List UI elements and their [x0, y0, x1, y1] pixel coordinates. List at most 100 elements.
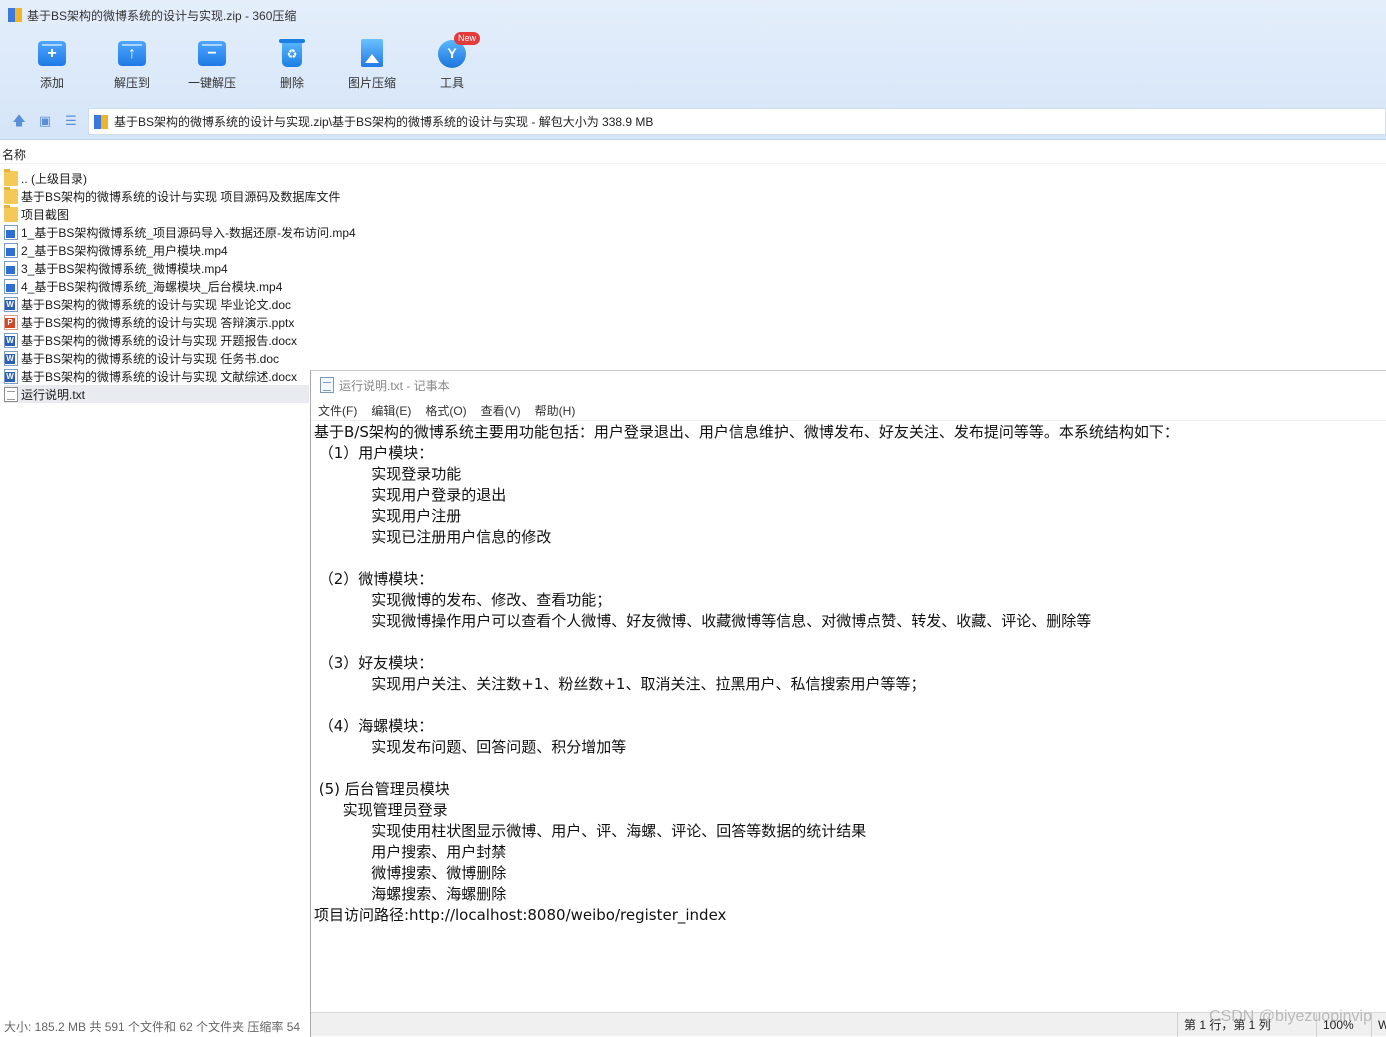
image-compress-label: 图片压缩	[347, 76, 396, 90]
extract-to-icon: ↑	[116, 38, 148, 68]
file-row-video-3[interactable]: 3_基于BS架构微博系统_微博模块.mp4	[4, 259, 309, 277]
extract-to-label: 解压到	[113, 76, 150, 90]
file-row-video-1[interactable]: 1_基于BS架构微博系统_项目源码导入-数据还原-发布访问.mp4	[4, 223, 356, 241]
file-row-parent-dir[interactable]: .. (上级目录)	[4, 168, 309, 187]
add-button[interactable]: + 添加	[12, 38, 92, 98]
editor-line: 实现发布问题、回答问题、积分增加等	[314, 738, 627, 756]
file-name: 基于BS架构的微博系统的设计与实现 答辩演示.pptx	[21, 315, 295, 330]
editor-line: 实现管理员登录	[314, 801, 448, 819]
powerpoint-file-icon	[4, 314, 18, 330]
file-row-video-2[interactable]: 2_基于BS架构微博系统_用户模块.mp4	[4, 241, 309, 259]
menu-view[interactable]: 查看(V)	[481, 401, 521, 420]
delete-label: 删除	[279, 76, 304, 90]
editor-line: 项目访问路径:http://localhost:8080/weibo/regis…	[314, 906, 727, 924]
notepad-window: 运行说明.txt - 记事本 文件(F) 编辑(E) 格式(O) 查看(V) 帮…	[310, 370, 1386, 1037]
menu-format[interactable]: 格式(O)	[425, 401, 466, 420]
file-row-readme-txt[interactable]: 运行说明.txt	[4, 385, 309, 403]
one-click-extract-button[interactable]: − 一键解压	[172, 38, 252, 98]
archive-header: 基于BS架构的微博系统的设计与实现.zip - 360压缩 + 添加 ↑ 解压到…	[0, 0, 1386, 140]
editor-line: 实现已注册用户信息的修改	[314, 528, 552, 546]
notepad-titlebar: 运行说明.txt - 记事本	[311, 371, 1386, 399]
address-bar: 🡅 ▣ ☰ 基于BS架构的微博系统的设计与实现.zip\基于BS架构的微博系统的…	[0, 106, 1386, 136]
editor-line: 用户搜索、用户封禁	[314, 843, 507, 861]
menu-help[interactable]: 帮助(H)	[535, 401, 576, 420]
archive-titlebar: 基于BS架构的微博系统的设计与实现.zip - 360压缩	[0, 0, 1386, 30]
editor-line: (5) 后台管理员模块	[314, 780, 450, 798]
folder-icon	[4, 168, 18, 186]
menu-edit[interactable]: 编辑(E)	[371, 401, 411, 420]
file-name: 基于BS架构的微博系统的设计与实现 开题报告.docx	[21, 333, 298, 348]
text-editor-area[interactable]: 基于B/S架构的微博系统主要用功能包括：用户登录退出、用户信息维护、微博发布、好…	[314, 422, 1374, 1010]
new-badge: New	[454, 32, 481, 45]
file-row-task-doc[interactable]: 基于BS架构的微博系统的设计与实现 任务书.doc	[4, 349, 309, 367]
editor-line: （2）微博模块：	[314, 570, 434, 588]
file-name: 基于BS架构的微博系统的设计与实现 任务书.doc	[21, 351, 280, 366]
editor-line: 实现微博操作用户可以查看个人微博、好友微博、收藏微博等信息、对微博点赞、转发、收…	[314, 612, 1092, 630]
file-row-review-docx[interactable]: 基于BS架构的微博系统的设计与实现 文献综述.docx	[4, 367, 309, 385]
file-name: 基于BS架构的微博系统的设计与实现 项目源码及数据库文件	[21, 189, 341, 204]
editor-line: （3）好友模块：	[314, 654, 434, 672]
archive-app-icon	[8, 8, 22, 22]
file-row-proposal-docx[interactable]: 基于BS架构的微博系统的设计与实现 开题报告.docx	[4, 331, 309, 349]
line-ending: W	[1371, 1013, 1386, 1037]
file-row-thesis-doc[interactable]: 基于BS架构的微博系统的设计与实现 毕业论文.doc	[4, 295, 309, 313]
word-file-icon	[4, 296, 18, 312]
zip-file-icon	[94, 114, 108, 129]
file-name: 项目截图	[21, 207, 70, 222]
word-file-icon	[4, 350, 18, 366]
tools-label: 工具	[439, 76, 464, 90]
word-file-icon	[4, 368, 18, 384]
file-name: 2_基于BS架构微博系统_用户模块.mp4	[21, 243, 228, 258]
watermark: CSDN @biyezuopinvip	[1209, 1008, 1372, 1025]
list-view-icon[interactable]: ☰	[64, 114, 78, 128]
editor-line: 实现用户登录的退出	[314, 486, 507, 504]
editor-line: 实现用户注册	[314, 507, 462, 525]
file-name: .. (上级目录)	[21, 171, 87, 186]
thumbnail-view-icon[interactable]: ▣	[38, 114, 52, 128]
name-column-header[interactable]: 名称	[0, 146, 1386, 164]
editor-line: 实现登录功能	[314, 465, 462, 483]
video-file-icon	[4, 260, 18, 276]
extract-to-button[interactable]: ↑ 解压到	[92, 38, 172, 98]
editor-line: 实现使用柱状图显示微博、用户、评、海螺、评论、回答等数据的统计结果	[314, 822, 867, 840]
file-row-defense-pptx[interactable]: 基于BS架构的微博系统的设计与实现 答辩演示.pptx	[4, 313, 309, 331]
file-name: 基于BS架构的微博系统的设计与实现 文献综述.docx	[21, 369, 298, 384]
editor-line: 微博搜索、微博删除	[314, 864, 507, 882]
notepad-title: 运行说明.txt - 记事本	[339, 378, 450, 393]
up-arrow-icon[interactable]: 🡅	[12, 114, 26, 128]
archive-toolbar: + 添加 ↑ 解压到 − 一键解压 ♻ 删除 图片压缩 Y New 工具	[12, 32, 492, 98]
delete-button[interactable]: ♻ 删除	[252, 38, 332, 98]
file-name: 3_基于BS架构微博系统_微博模块.mp4	[21, 261, 228, 276]
path-text: 基于BS架构的微博系统的设计与实现.zip\基于BS架构的微博系统的设计与实现 …	[114, 115, 654, 129]
text-file-icon	[4, 386, 18, 402]
one-click-extract-label: 一键解压	[187, 76, 236, 90]
editor-line: 海螺搜索、海螺删除	[314, 885, 507, 903]
editor-line: 实现用户关注、关注数+1、粉丝数+1、取消关注、拉黑用户、私信搜索用户等等；	[314, 675, 926, 693]
image-compress-icon	[356, 38, 388, 68]
folder-icon	[4, 204, 18, 222]
file-row-source-folder[interactable]: 基于BS架构的微博系统的设计与实现 项目源码及数据库文件	[4, 186, 340, 205]
tools-button[interactable]: Y New 工具	[412, 32, 492, 98]
notepad-menubar: 文件(F) 编辑(E) 格式(O) 查看(V) 帮助(H)	[311, 401, 1386, 421]
editor-line: （4）海螺模块：	[314, 717, 434, 735]
editor-line: （1）用户模块：	[314, 444, 434, 462]
file-name: 1_基于BS架构微博系统_项目源码导入-数据还原-发布访问.mp4	[21, 225, 356, 240]
add-icon: +	[36, 38, 68, 68]
file-name: 运行说明.txt	[21, 387, 86, 402]
delete-icon: ♻	[276, 38, 308, 68]
editor-line: 基于B/S架构的微博系统主要用功能包括：用户登录退出、用户信息维护、微博发布、好…	[314, 423, 1179, 441]
video-file-icon	[4, 278, 18, 294]
path-field[interactable]: 基于BS架构的微博系统的设计与实现.zip\基于BS架构的微博系统的设计与实现 …	[88, 108, 1386, 135]
image-compress-button[interactable]: 图片压缩	[332, 38, 412, 98]
file-row-video-4[interactable]: 4_基于BS架构微博系统_海螺模块_后台模块.mp4	[4, 277, 309, 295]
file-row-screenshots-folder[interactable]: 项目截图	[4, 204, 309, 223]
add-label: 添加	[39, 76, 64, 90]
editor-line: 实现微博的发布、修改、查看功能；	[314, 591, 612, 609]
menu-file[interactable]: 文件(F)	[318, 401, 357, 420]
word-file-icon	[4, 332, 18, 348]
file-name: 4_基于BS架构微博系统_海螺模块_后台模块.mp4	[21, 279, 283, 294]
